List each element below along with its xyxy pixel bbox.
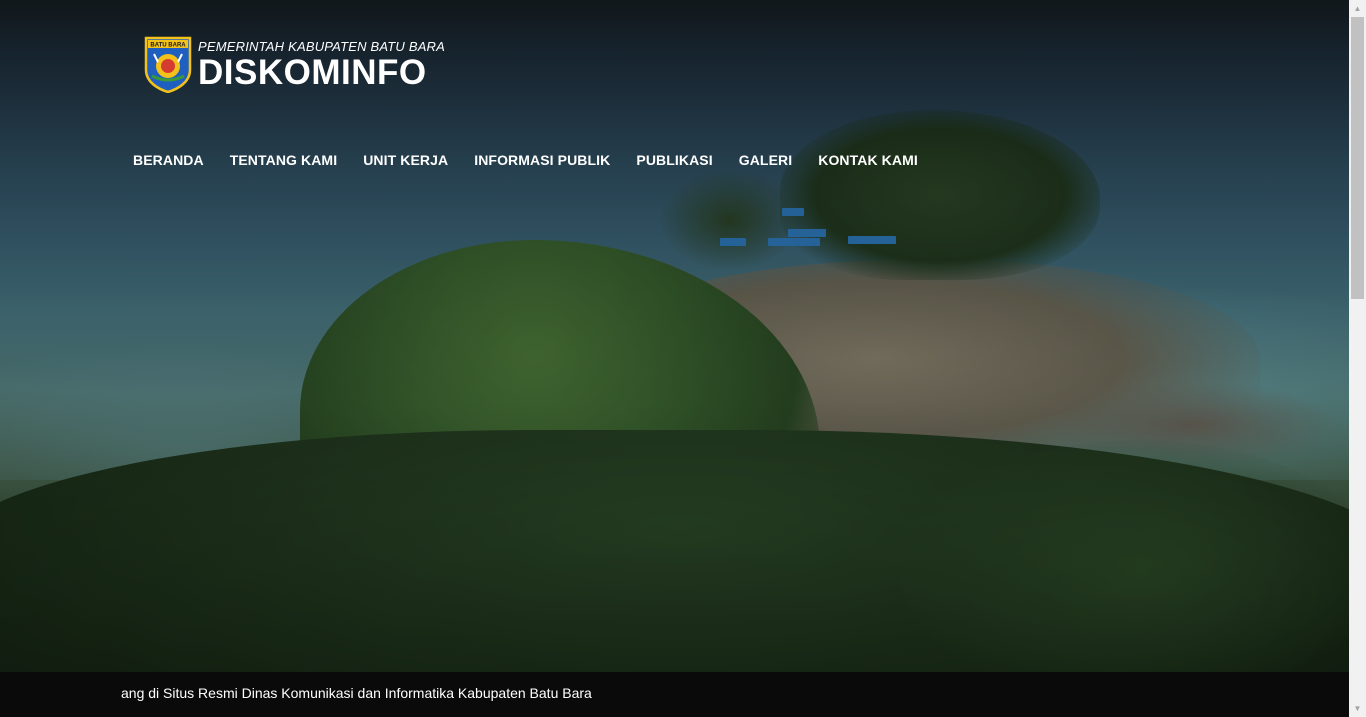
main-navigation: BERANDA TENTANG KAMI UNIT KERJA INFORMAS… [133,152,918,168]
scrollbar-thumb[interactable] [1351,17,1364,299]
nav-link-kontak-kami[interactable]: KONTAK KAMI [818,152,918,168]
crest-label: BATU BARA [150,43,186,49]
page: BATU BARA PEMERINTAH KABUPATEN BATU BARA… [0,0,1366,717]
brand-subtitle: PEMERINTAH KABUPATEN BATU BARA [198,38,446,54]
nav-item-galeri: GALERI [739,152,793,168]
nav-item-unit-kerja: UNIT KERJA [363,152,448,168]
nav-link-publikasi[interactable]: PUBLIKASI [636,152,712,168]
ticker-text: ang di Situs Resmi Dinas Komunikasi dan … [121,685,592,701]
scroll-up-arrow-icon[interactable]: ▲ [1349,0,1366,17]
scroll-down-arrow-icon[interactable]: ▼ [1349,700,1366,717]
site-logo-link[interactable]: BATU BARA PEMERINTAH KABUPATEN BATU BARA… [144,36,445,94]
nav-link-informasi-publik[interactable]: INFORMASI PUBLIK [474,152,610,168]
nav-item-tentang-kami: TENTANG KAMI [230,152,338,168]
nav-link-beranda[interactable]: BERANDA [133,152,204,168]
hero-overlay [0,0,1349,672]
nav-link-galeri[interactable]: GALERI [739,152,793,168]
brand-title: DISKOMINFO [198,52,427,92]
brand-text: PEMERINTAH KABUPATEN BATU BARA DISKOMINF… [198,40,445,90]
nav-link-tentang-kami[interactable]: TENTANG KAMI [230,152,338,168]
vertical-scrollbar[interactable]: ▲ ▼ [1349,0,1366,717]
hero-background-image [0,0,1349,672]
nav-item-beranda: BERANDA [133,152,204,168]
regency-crest-icon: BATU BARA [144,36,192,94]
nav-link-unit-kerja[interactable]: UNIT KERJA [363,152,448,168]
nav-item-publikasi: PUBLIKASI [636,152,712,168]
news-ticker-bar: ang di Situs Resmi Dinas Komunikasi dan … [0,672,1349,717]
nav-item-informasi-publik: INFORMASI PUBLIK [474,152,610,168]
nav-item-kontak-kami: KONTAK KAMI [818,152,918,168]
